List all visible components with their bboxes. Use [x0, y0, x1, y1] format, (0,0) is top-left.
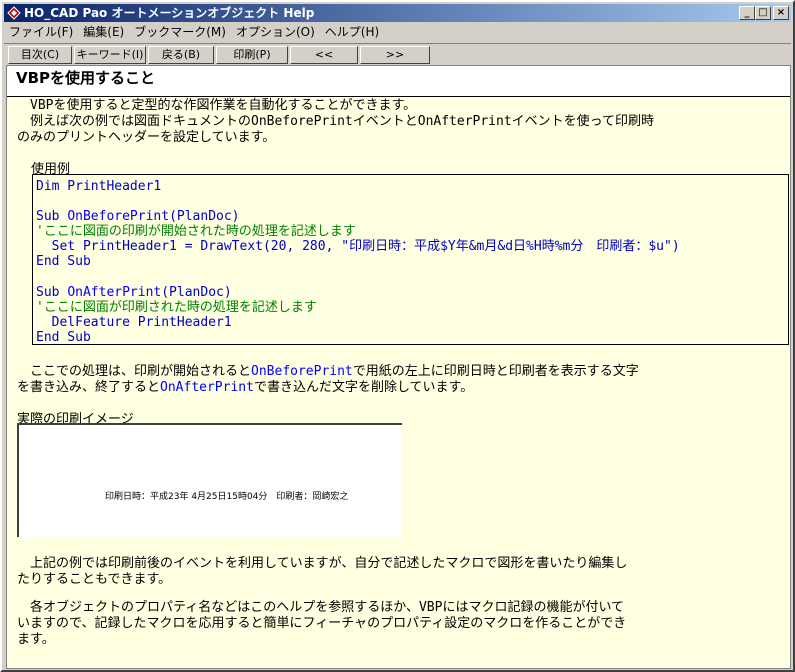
code-line: Sub OnBeforePrint(PlanDoc): [36, 209, 788, 224]
window-title: HO_CAD Pao オートメーションオブジェクト Help: [24, 6, 315, 20]
code-keyword: Sub: [36, 209, 68, 225]
minimize-icon: _: [744, 7, 750, 18]
intro-line-2: 例えば次の例では図面ドキュメントのOnBeforePrintイベントとOnAft…: [17, 114, 655, 129]
back-button[interactable]: 戻る(B): [148, 46, 214, 64]
toolbar: 目次(C) キーワード(I) 戻る(B) 印刷(P) << >>: [4, 43, 791, 66]
desc-text: ここでの処理は、印刷が開始されると: [17, 364, 252, 379]
help-content[interactable]: VBPを使用すること VBPを使用すると定型的な作図作業を自動化することができま…: [6, 65, 791, 669]
menu-bookmark[interactable]: ブックマーク(M): [129, 23, 231, 42]
desc-text: で用紙の左上に印刷日時と印刷者を表示する文字: [352, 364, 639, 379]
app-icon: [7, 6, 21, 20]
desc-text: で書き込んだ文字を削除しています。: [253, 380, 474, 395]
code-string: "印刷日時：平成$Y年&m月&d日%H時%m分 印刷者：$u": [341, 239, 672, 255]
code-line: Set PrintHeader1 = DrawText(20, 280, "印刷…: [36, 239, 788, 254]
paragraph-4-line-2: いますので、記録したマクロを応用すると簡単にフィーチャのプロパティ設定のマクロを…: [17, 616, 627, 631]
paragraph-4-line-3: ます。: [17, 632, 55, 647]
code-event-name: OnBeforePrint: [67, 209, 170, 225]
maximize-icon: □: [758, 7, 768, 18]
print-button[interactable]: 印刷(P): [216, 46, 288, 64]
next-page-button[interactable]: >>: [360, 46, 430, 64]
code-line: Dim PrintHeader1: [36, 179, 788, 194]
code-comment: 'ここに図面が印刷された時の処理を記述します: [36, 299, 317, 315]
intro-line-3: のみのプリントヘッダーを設定しています。: [17, 130, 276, 145]
code-end-sub: End Sub: [36, 254, 91, 270]
page-title: VBPを使用すること: [16, 69, 156, 87]
paragraph-4-line-1: 各オブジェクトのプロパティ名などはこのヘルプを参照するほか、VBPにはマクロ記録…: [17, 600, 625, 615]
code-text: Set PrintHeader1 = DrawText(20, 280,: [36, 239, 342, 255]
event-link[interactable]: OnAfterPrint: [160, 380, 254, 395]
description-line-1: ここでの処理は、印刷が開始されるとOnBeforePrintで用紙の左上に印刷日…: [17, 364, 639, 380]
help-window: HO_CAD Pao オートメーションオブジェクト Help _ □ × ファイ…: [0, 0, 795, 672]
print-header-text: 印刷日時：平成23年 4月25日15時04分 印刷者：岡崎宏之: [105, 492, 349, 502]
keyword-button[interactable]: キーワード(I): [74, 46, 146, 64]
maximize-button[interactable]: □: [755, 6, 771, 20]
code-text: (PlanDoc): [161, 284, 232, 300]
menu-file[interactable]: ファイル(F): [4, 23, 78, 42]
minimize-button[interactable]: _: [739, 6, 755, 20]
title-bar[interactable]: HO_CAD Pao オートメーションオブジェクト Help _ □ ×: [4, 4, 791, 22]
intro-line-1: VBPを使用すると定型的な作図作業を自動化することができます。: [17, 98, 417, 113]
code-text: (PlanDoc): [169, 209, 240, 225]
code-end-sub: End Sub: [36, 329, 91, 345]
close-button[interactable]: ×: [773, 6, 789, 20]
code-line: Sub OnAfterPrint(PlanDoc): [36, 285, 788, 300]
code-keyword: Sub: [36, 284, 68, 300]
description-line-2: を書き込み、終了するとOnAfterPrintで書き込んだ文字を削除しています。: [17, 380, 473, 396]
menu-bar: ファイル(F) 編集(E) ブックマーク(M) オプション(O) ヘルプ(H): [4, 23, 791, 42]
contents-button[interactable]: 目次(C): [8, 46, 72, 64]
title-band: VBPを使用すること: [7, 66, 790, 97]
menu-edit[interactable]: 編集(E): [78, 23, 129, 42]
code-comment: 'ここに図面の印刷が開始された時の処理を記述します: [36, 224, 356, 240]
code-example: Dim PrintHeader1 Sub OnBeforePrint(PlanD…: [32, 174, 789, 345]
paragraph-3-line-1: 上記の例では印刷前後のイベントを利用していますが、自分で記述したマクロで図形を書…: [17, 556, 628, 571]
prev-page-button[interactable]: <<: [290, 46, 358, 64]
code-text: ): [671, 239, 680, 255]
print-preview-image: 印刷日時：平成23年 4月25日15時04分 印刷者：岡崎宏之: [17, 423, 402, 537]
menu-options[interactable]: オプション(O): [231, 23, 320, 42]
code-text: DelFeature PrintHeader1: [36, 314, 232, 330]
paragraph-3-line-2: たりすることもできます。: [17, 572, 172, 587]
menu-help[interactable]: ヘルプ(H): [320, 23, 384, 42]
event-link[interactable]: OnBeforePrint: [251, 364, 353, 379]
desc-text: を書き込み、終了すると: [17, 380, 161, 395]
code-text: Dim PrintHeader1: [36, 179, 162, 194]
close-icon: ×: [776, 7, 786, 18]
code-event-name: OnAfterPrint: [67, 284, 162, 300]
